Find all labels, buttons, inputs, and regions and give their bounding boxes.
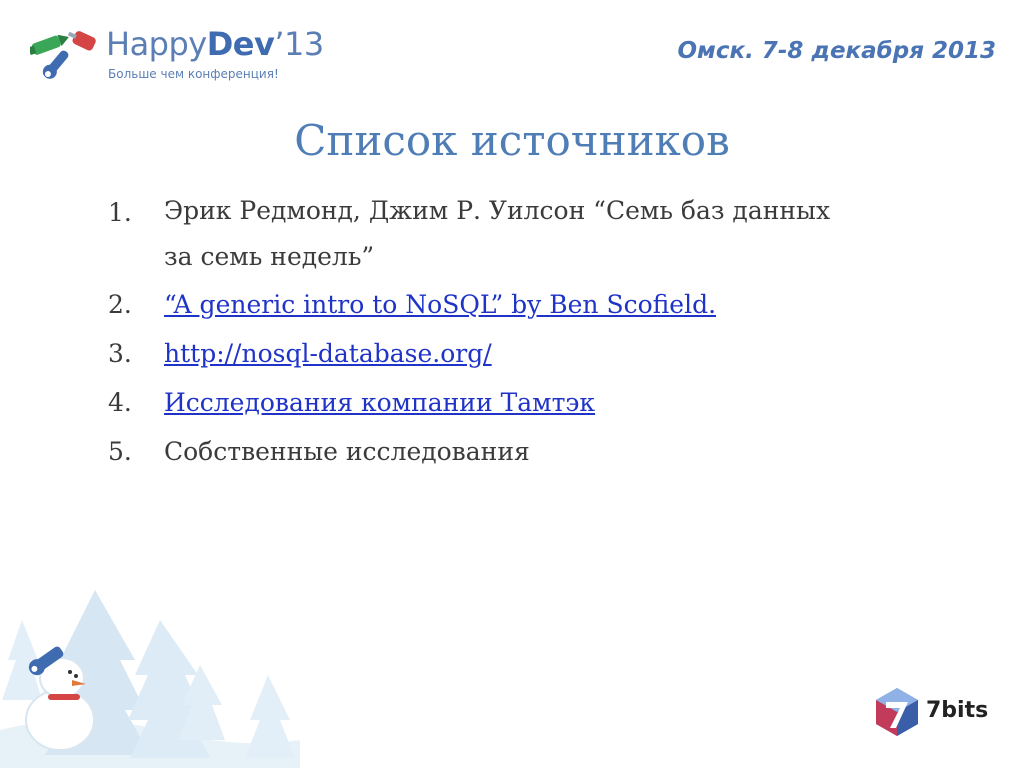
item-number: 3.: [108, 339, 132, 368]
brand-year: ’13: [274, 25, 324, 63]
happydev-tools-icon: [30, 31, 96, 79]
item-number: 4.: [108, 388, 132, 417]
list-item: 1. Эрик Редмонд, Джим Р. Уилсон “Семь ба…: [108, 188, 988, 280]
item-line-1: Эрик Редмонд, Джим Р. Уилсон “Семь баз д…: [164, 196, 831, 225]
item-number: 1.: [108, 198, 132, 227]
happydev-logo: HappyDev’13 Больше чем конференция!: [30, 22, 340, 86]
source-link-nosql-intro[interactable]: “A generic intro to NoSQL” by Ben Scofie…: [164, 280, 988, 329]
source-link-tamtek[interactable]: Исследования компании Тамтэк: [164, 378, 988, 427]
item-text: Эрик Редмонд, Джим Р. Уилсон “Семь баз д…: [164, 188, 988, 280]
sources-list: 1. Эрик Редмонд, Джим Р. Уилсон “Семь ба…: [108, 188, 988, 476]
slide-title: Список источников: [294, 116, 730, 165]
list-item: 4. Исследования компании Тамтэк: [108, 378, 988, 427]
sponsor-name: 7bits: [926, 698, 989, 723]
item-line-2: за семь недель”: [164, 242, 375, 271]
list-item: 2. “A generic intro to NoSQL” by Ben Sco…: [108, 280, 988, 329]
event-date: Омск. 7-8 декабря 2013: [677, 38, 996, 64]
7bits-logo-icon: [876, 688, 918, 736]
brand-tagline: Больше чем конференция!: [108, 67, 279, 81]
brand-dev: Dev: [206, 25, 275, 63]
item-text: Собственные исследования: [164, 437, 530, 466]
list-item: 5. Собственные исследования: [108, 427, 988, 476]
slide: HappyDev’13 Больше чем конференция! Омск…: [0, 0, 1024, 768]
list-item: 3. http://nosql-database.org/: [108, 329, 988, 378]
snowman-winter-scene-icon: [0, 590, 300, 768]
item-number: 2.: [108, 290, 132, 319]
source-link-nosql-database[interactable]: http://nosql-database.org/: [164, 329, 988, 378]
item-number: 5.: [108, 437, 132, 466]
brand-name: HappyDev’13: [106, 24, 324, 64]
brand-happy: Happy: [106, 25, 207, 63]
sponsor-logo: 7bits: [872, 686, 1002, 742]
